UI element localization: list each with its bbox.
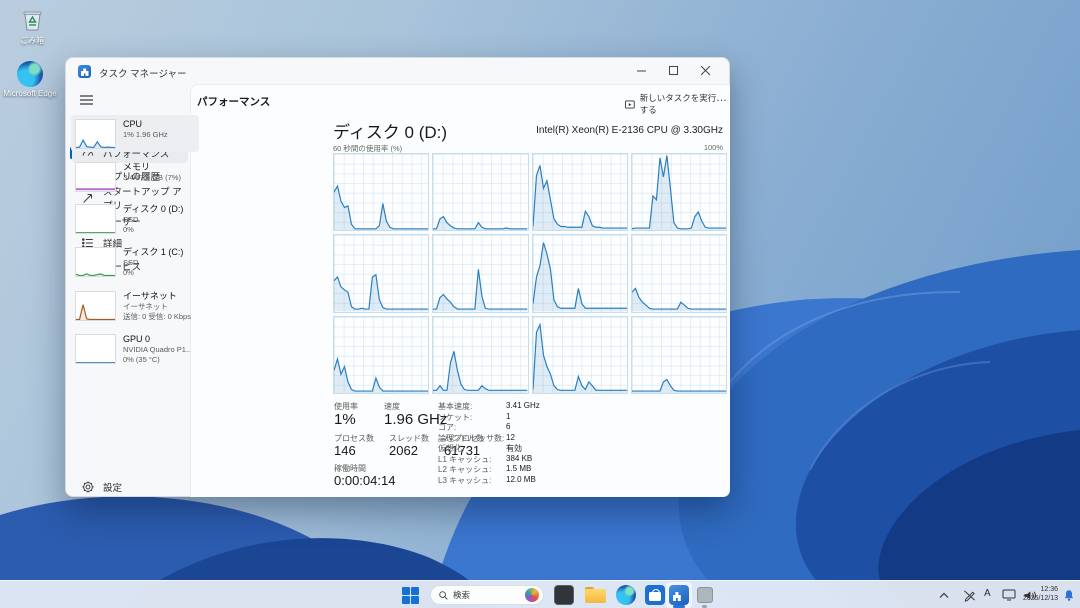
run-new-task-icon — [625, 99, 635, 110]
virtualization-value: 有効 — [506, 443, 522, 454]
file-explorer-icon — [585, 587, 606, 603]
menu-toggle-icon[interactable] — [79, 93, 94, 111]
perf-item-ethernet[interactable]: イーサネット イーサネット 送信: 0 受信: 0 Kbps — [71, 287, 199, 324]
cpu-core-graph — [432, 153, 528, 231]
sockets-label: ソケット: — [438, 412, 472, 423]
search-highlights-icon — [525, 588, 539, 602]
cpu-core-graph — [333, 316, 429, 394]
maximize-button[interactable] — [659, 61, 689, 81]
cpu-sparkline — [75, 119, 116, 149]
edge-button[interactable] — [613, 582, 639, 608]
cpu-core-graph — [631, 153, 727, 231]
task-manager-window: タスク マネージャー プロセス パフォーマンス アプリの履歴 — [65, 57, 730, 497]
processes-value: 146 — [334, 443, 356, 458]
store-button[interactable] — [642, 582, 668, 608]
pen-icon — [963, 589, 976, 602]
recycle-bin-label: ごみ箱 — [4, 35, 60, 46]
more-options-button[interactable]: … — [709, 91, 734, 105]
cores-value: 6 — [506, 422, 510, 431]
utilization-value: 1% — [334, 411, 356, 428]
edge-label: Microsoft Edge — [2, 89, 58, 98]
tray-display-button[interactable] — [998, 582, 1020, 608]
detail-title: ディスク 0 (D:) — [333, 118, 447, 143]
store-icon — [645, 585, 665, 605]
perf-item-cpu[interactable]: CPU 1% 1.96 GHz — [71, 115, 199, 152]
l3-cache-value: 12.0 MB — [506, 475, 536, 484]
cpu-core-graph — [333, 234, 429, 312]
settings-gear-icon — [81, 480, 95, 494]
memory-sparkline — [75, 162, 116, 192]
cpu-core-graph — [631, 316, 727, 394]
cpu-model-name: Intel(R) Xeon(R) E-2136 CPU @ 3.30GHz — [536, 125, 723, 136]
base-speed-label: 基本速度: — [438, 401, 472, 412]
cpu-core-graph — [432, 234, 528, 312]
logical-processors-value: 12 — [506, 433, 515, 442]
window-title: タスク マネージャー — [99, 66, 186, 80]
base-speed-value: 3.41 GHz — [506, 401, 540, 410]
chevron-up-icon — [939, 592, 949, 599]
ethernet-sparkline — [75, 291, 116, 321]
display-icon — [1002, 589, 1016, 601]
cores-label: コア: — [438, 422, 456, 433]
edge-shortcut[interactable]: Microsoft Edge — [2, 60, 58, 98]
minimize-button[interactable] — [627, 61, 657, 81]
taskbar: 検索 A — [0, 580, 1080, 608]
notification-bell-button[interactable] — [1063, 589, 1075, 607]
clock[interactable]: 12:36 2025/12/13 — [1023, 586, 1058, 603]
threads-value: 2062 — [389, 443, 418, 458]
tray-date: 2025/12/13 — [1023, 595, 1058, 604]
notification-bell-icon — [1063, 589, 1075, 602]
task-manager-icon — [669, 585, 689, 605]
cpu-core-graph — [333, 153, 429, 231]
dark-app-icon — [554, 585, 574, 605]
cpu-core-graph — [532, 234, 628, 312]
sockets-value: 1 — [506, 412, 510, 421]
file-explorer-button[interactable] — [582, 582, 608, 608]
tray-pen-button[interactable] — [958, 582, 980, 608]
perf-item-disk1[interactable]: ディスク 1 (C:) SSD 0% — [71, 243, 199, 280]
l3-cache-label: L3 キャッシュ: — [438, 475, 491, 486]
cpu-core-graph — [631, 234, 727, 312]
gpu-sparkline — [75, 334, 116, 364]
ime-mode-indicator[interactable]: A — [984, 588, 991, 599]
l2-cache-value: 1.5 MB — [506, 464, 531, 473]
l2-cache-label: L2 キャッシュ: — [438, 464, 491, 475]
logical-processor-grid — [333, 153, 727, 394]
recycle-bin-icon — [19, 6, 46, 33]
taskbar-app-dark[interactable] — [551, 582, 577, 608]
perf-item-memory[interactable]: メモリ 3.4/47.8 GB (7%) — [71, 158, 199, 195]
search-placeholder: 検索 — [453, 589, 470, 601]
disk1-sparkline — [75, 247, 116, 277]
tray-chevron-button[interactable] — [934, 582, 954, 608]
edge-icon — [17, 60, 44, 87]
uptime-value: 0:00:04:14 — [334, 473, 395, 488]
logical-processors-label: 論理プロセッサ数: — [438, 433, 504, 444]
recycle-bin-shortcut[interactable]: ごみ箱 — [4, 6, 60, 46]
task-manager-logo-icon — [78, 65, 91, 78]
edge-icon — [616, 585, 636, 605]
cpu-core-graph — [532, 153, 628, 231]
start-button[interactable] — [397, 582, 423, 608]
sidebar-item-settings[interactable]: 設定 — [72, 476, 188, 497]
virtualization-label: 仮想化: — [438, 443, 464, 454]
cpu-core-graph — [532, 316, 628, 394]
cpu-core-graph — [432, 316, 528, 394]
graph-max-label: 100% — [704, 143, 723, 152]
windows-logo-icon — [402, 587, 419, 604]
l1-cache-value: 384 KB — [506, 454, 532, 463]
page-title: パフォーマンス — [197, 94, 270, 109]
tray-time: 12:36 — [1023, 586, 1058, 595]
desktop: ごみ箱 Microsoft Edge タスク マネージャー — [0, 0, 1080, 608]
search-box[interactable]: 検索 — [430, 585, 544, 605]
disk0-sparkline — [75, 204, 116, 234]
close-button[interactable] — [691, 61, 721, 81]
l1-cache-label: L1 キャッシュ: — [438, 454, 491, 465]
perf-item-gpu[interactable]: GPU 0 NVIDIA Quadro P1.. 0% (35 °C) — [71, 330, 199, 367]
perf-item-disk0[interactable]: ディスク 0 (D:) SSD 0% — [71, 200, 199, 237]
small-app-icon — [697, 587, 713, 603]
search-icon — [439, 591, 448, 600]
